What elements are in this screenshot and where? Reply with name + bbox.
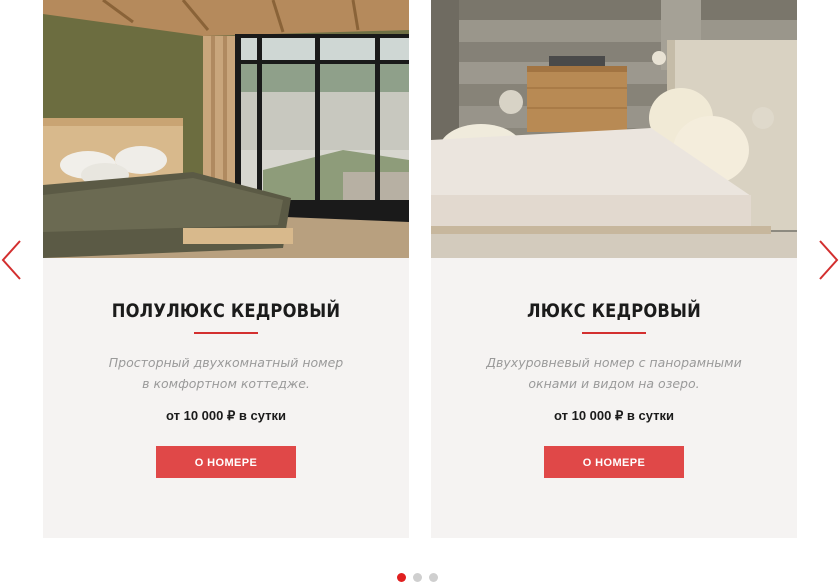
pagination-dot[interactable] [413,573,422,582]
room-card-polulux: ПОЛУЛЮКС КЕДРОВЫЙ Просторный двухкомнатн… [43,0,409,538]
room-price: от 10 000 ₽ в сутки [554,408,674,423]
title-underline [582,332,646,334]
chevron-right-icon [819,240,839,280]
description-line: Двухуровневый номер с панорамными [486,355,742,370]
title-underline [194,332,258,334]
description-line: Просторный двухкомнатный номер [108,355,344,370]
description-line: окнами и видом на озеро. [528,376,700,391]
slider-pagination [397,573,438,582]
pagination-dot[interactable] [429,573,438,582]
slider-prev-button[interactable] [0,238,24,282]
pagination-dot[interactable] [397,573,406,582]
room-photo-lux[interactable] [431,0,797,258]
room-title: ЛЮКС КЕДРОВЫЙ [526,300,702,322]
room-details-button[interactable]: О НОМЕРЕ [544,446,684,478]
rooms-slider: ПОЛУЛЮКС КЕДРОВЫЙ Просторный двухкомнатн… [0,0,840,582]
room-title: ПОЛУЛЮКС КЕДРОВЫЙ [111,300,341,322]
room-card-lux: ЛЮКС КЕДРОВЫЙ Двухуровневый номер с пано… [431,0,797,538]
room-description: Просторный двухкомнатный номер в комфорт… [76,352,376,394]
room-price: от 10 000 ₽ в сутки [166,408,286,423]
chevron-left-icon [1,240,21,280]
description-line: в комфортном коттедже. [142,376,310,391]
slider-next-button[interactable] [816,238,840,282]
room-details-button[interactable]: О НОМЕРЕ [156,446,296,478]
room-photo-polulux[interactable] [43,0,409,258]
room-description: Двухуровневый номер с панорамными окнами… [464,352,764,394]
